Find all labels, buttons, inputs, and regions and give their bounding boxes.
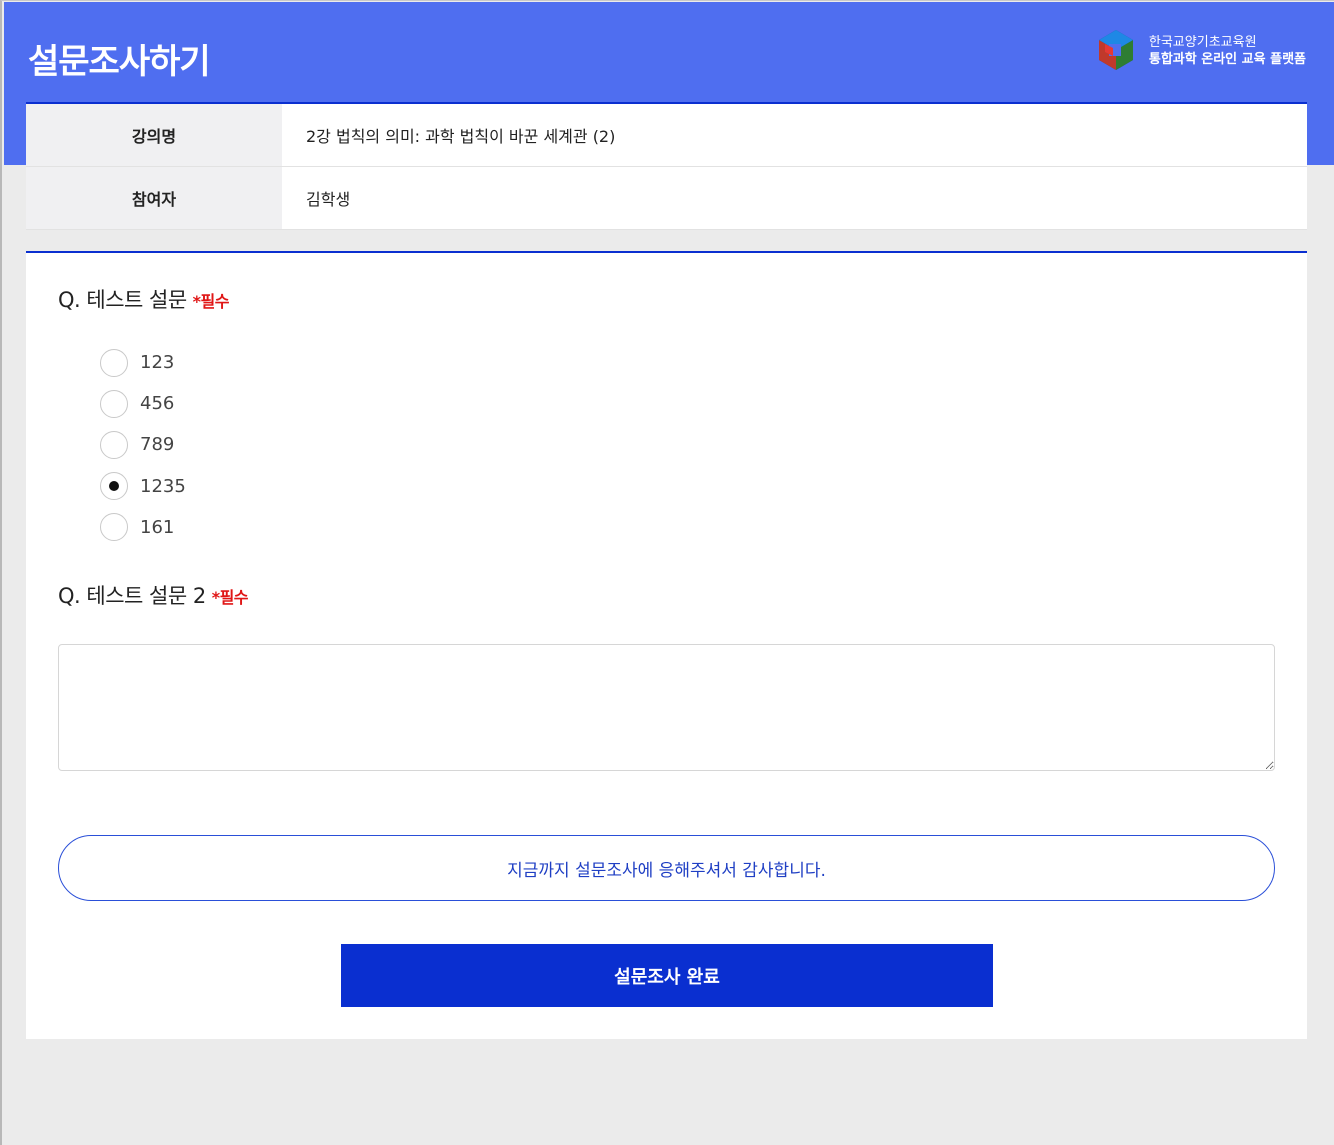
- required-badge: *필수: [211, 588, 249, 607]
- radio-option[interactable]: 123: [100, 342, 186, 383]
- info-row-participant: 참여자 김학생: [26, 167, 1307, 230]
- survey-panel: 강의명 2강 법칙의 의미: 과학 법칙이 바꾼 세계관 (2) 참여자 김학생…: [26, 102, 1307, 1039]
- radio-button-checked[interactable]: [100, 472, 128, 501]
- radio-option[interactable]: 161: [100, 507, 186, 548]
- required-badge: *필수: [192, 292, 230, 311]
- section-gap: [26, 230, 1307, 251]
- section-divider: [26, 251, 1307, 253]
- radio-option-label: 789: [140, 434, 175, 456]
- radio-dot: [109, 481, 119, 492]
- info-table: 강의명 2강 법칙의 의미: 과학 법칙이 바꾼 세계관 (2) 참여자 김학생: [26, 102, 1307, 230]
- survey-window: 설문조사하기 한국교양기초교육원 통합과학 온라인 교육 플랫폼 강의명 2강 …: [0, 0, 1334, 1145]
- brand-text: 한국교양기초교육원 통합과학 온라인 교육 플랫폼: [1149, 34, 1306, 68]
- answer-textarea[interactable]: [58, 644, 1275, 771]
- question-2-title: Q. 테스트 설문 2 *필수: [58, 580, 249, 610]
- question-1-title: Q. 테스트 설문 *필수: [58, 284, 229, 314]
- radio-button[interactable]: [100, 389, 128, 418]
- radio-option-label: 161: [140, 516, 175, 538]
- brand-org-name: 한국교양기초교육원: [1148, 35, 1257, 50]
- question-2-text: Q. 테스트 설문 2: [58, 584, 206, 608]
- participant-value: 김학생: [306, 190, 351, 209]
- radio-option-label: 1235: [140, 475, 186, 497]
- radio-option[interactable]: 789: [100, 424, 186, 465]
- page-title: 설문조사하기: [28, 42, 211, 82]
- radio-option-label: 123: [140, 352, 175, 374]
- brand-platform-name: 통합과학 온라인 교육 플랫폼: [1148, 52, 1306, 67]
- brand-logo-icon: [1098, 30, 1133, 70]
- question-1-text: Q. 테스트 설문: [58, 288, 187, 312]
- radio-button[interactable]: [100, 348, 128, 377]
- participant-label: 참여자: [26, 167, 282, 229]
- radio-option[interactable]: 456: [100, 383, 186, 424]
- lecture-value: 2강 법칙의 의미: 과학 법칙이 바꾼 세계관 (2): [306, 127, 616, 146]
- radio-option-selected[interactable]: 1235: [100, 466, 186, 507]
- info-row-lecture: 강의명 2강 법칙의 의미: 과학 법칙이 바꾼 세계관 (2): [26, 104, 1307, 167]
- submit-survey-button[interactable]: 설문조사 완료: [341, 944, 993, 1007]
- question-1-options: 123 456 789 1235 161: [100, 342, 186, 548]
- thanks-message: 지금까지 설문조사에 응해주셔서 감사합니다.: [58, 835, 1275, 901]
- radio-button[interactable]: [100, 430, 128, 459]
- brand: 한국교양기초교육원 통합과학 온라인 교육 플랫폼: [1093, 28, 1306, 74]
- radio-option-label: 456: [140, 393, 175, 415]
- radio-button[interactable]: [100, 513, 128, 542]
- lecture-label: 강의명: [26, 104, 282, 166]
